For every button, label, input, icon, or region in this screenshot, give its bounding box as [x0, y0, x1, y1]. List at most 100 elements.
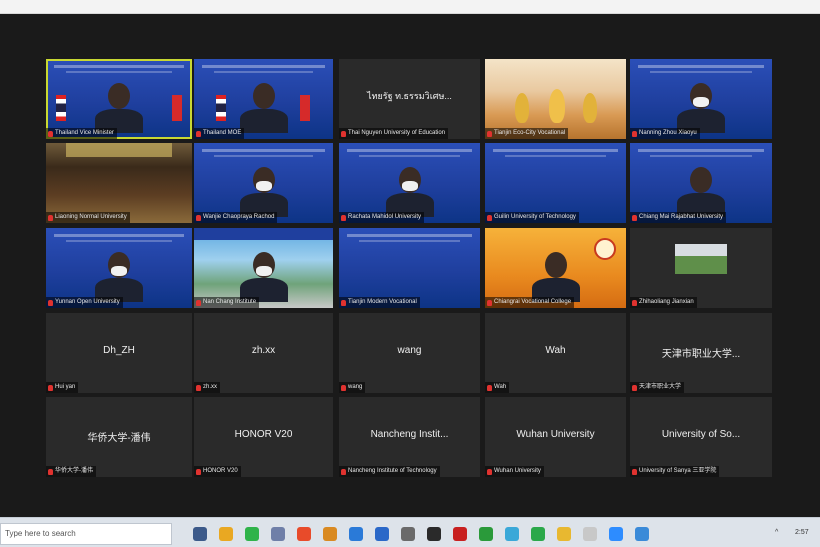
participant-name: Chiang Mai Rajabhat University [639, 214, 724, 220]
participant-tile-t23[interactable]: Nancheng Instit... Nancheng Institute of … [339, 397, 480, 477]
muted-mic-icon [487, 468, 492, 475]
store-icon[interactable] [323, 527, 337, 541]
participant-nameplate: 天津市职业大学 [630, 382, 685, 393]
tray-clock[interactable]: 2:57 [795, 529, 809, 536]
participant-tile-t21[interactable]: 华侨大学-潘伟 华侨大学-潘伟 [46, 397, 192, 477]
profile-photo [675, 244, 727, 274]
participant-tile-t14[interactable]: Chiangrai Vocational College [485, 228, 626, 308]
participant-nameplate: Wuhan University [485, 466, 544, 477]
participant-tile-t18[interactable]: wang wang [339, 313, 480, 393]
participant-tile-t13[interactable]: Tianjin Modern Vocational [339, 228, 480, 308]
chrome-icon[interactable] [219, 527, 233, 541]
participant-nameplate: wang [339, 382, 366, 393]
terminal-icon[interactable] [427, 527, 441, 541]
app-red-icon[interactable] [453, 527, 467, 541]
face-mask [255, 181, 272, 191]
ceiling-lights [66, 143, 172, 157]
participant-head [108, 83, 130, 109]
zoom-icon[interactable] [609, 527, 623, 541]
calendar-icon[interactable] [401, 527, 415, 541]
participant-nameplate: Wah [485, 382, 510, 393]
participant-display-name: University of So... [661, 429, 741, 440]
participant-head [690, 167, 712, 193]
folder-icon[interactable] [557, 527, 571, 541]
participant-tile-t5[interactable]: Nanning Zhou Xiaoyu [630, 59, 772, 139]
participant-display-name: Nancheng Instit... [370, 429, 449, 440]
taskbar-search-box[interactable]: Type here to search [0, 523, 172, 545]
participant-figure [549, 89, 565, 123]
task-view-icon[interactable] [193, 527, 207, 541]
muted-mic-icon [341, 468, 346, 475]
participant-tile-t1[interactable]: Thailand Vice Minister [46, 59, 192, 139]
participant-tile-t12[interactable]: Nan Chang Institute [194, 228, 333, 308]
participant-tile-t17[interactable]: zh.xx zh.xx [194, 313, 333, 393]
participant-display-name: wang [397, 345, 422, 356]
participant-nameplate: Hui yan [46, 382, 79, 393]
participant-nameplate: Thai Nguyen University of Education [339, 128, 449, 139]
participant-tile-t16[interactable]: Dh_ZH Hui yan [46, 313, 192, 393]
participant-body [239, 109, 288, 133]
participant-tile-t4[interactable]: Tianjin Eco-City Vocational [485, 59, 626, 139]
participant-nameplate: Wanjie Chaopraya Rachod [194, 212, 278, 223]
participant-tile-t25[interactable]: University of So... University of Sanya 三… [630, 397, 772, 477]
participant-name: Hui yan [55, 384, 76, 390]
muted-mic-icon [196, 384, 201, 391]
participant-display-name: 华侨大学-潘伟 [87, 433, 151, 444]
muted-mic-icon [487, 214, 492, 221]
banner-stripe [66, 71, 172, 73]
gallery-view-grid: Thailand Vice Minister Thailand MOE ไทยรัฐ… [46, 59, 776, 489]
participant-name: Nanning Zhou Xiaoyu [639, 130, 697, 136]
muted-mic-icon [632, 130, 637, 137]
participant-name: Nancheng Institute of Technology [348, 468, 437, 474]
participant-tile-t24[interactable]: Wuhan University Wuhan University [485, 397, 626, 477]
muted-mic-icon [341, 384, 346, 391]
participant-name: University of Sanya 三亚学院 [639, 468, 717, 474]
participant-display-name: Wah [545, 345, 566, 356]
participant-name: Chiangrai Vocational College [494, 299, 572, 305]
edge-icon[interactable] [349, 527, 363, 541]
notes-icon[interactable] [583, 527, 597, 541]
banner-stripe [638, 65, 764, 68]
mail-icon[interactable] [375, 527, 389, 541]
participant-name: wang [348, 384, 363, 390]
thai-flag-icon [216, 95, 226, 121]
participant-tile-t8[interactable]: Rachata Mahidol University [339, 143, 480, 223]
participant-tile-t2[interactable]: Thailand MOE [194, 59, 333, 139]
participant-nameplate: Zhihaoliang Jianxian [630, 297, 697, 308]
participant-tile-t22[interactable]: HONOR V20 HONOR V20 [194, 397, 333, 477]
xbox-icon[interactable] [479, 527, 493, 541]
file-icon[interactable] [271, 527, 285, 541]
tray-overflow-icon[interactable]: ^ [775, 529, 778, 536]
office-icon[interactable] [297, 527, 311, 541]
participant-nameplate: zh.xx [194, 382, 221, 393]
muted-mic-icon [487, 384, 492, 391]
face-mask [255, 266, 272, 276]
wechat-icon[interactable] [531, 527, 545, 541]
muted-mic-icon [48, 468, 53, 475]
participant-nameplate: Chiangrai Vocational College [485, 297, 575, 308]
muted-mic-icon [341, 130, 346, 137]
participant-figure [583, 93, 597, 123]
participant-tile-t20[interactable]: 天津市职业大学... 天津市职业大学 [630, 313, 772, 393]
participant-nameplate: Tianjin Eco-City Vocational [485, 128, 569, 139]
participant-display-name: 天津市职业大学... [661, 349, 741, 360]
participant-nameplate: Rachata Mahidol University [339, 212, 425, 223]
banner-stripe [66, 240, 172, 242]
line-icon[interactable] [245, 527, 259, 541]
participant-tile-t10[interactable]: Chiang Mai Rajabhat University [630, 143, 772, 223]
participant-tile-t3[interactable]: ไทยรัฐ ท.ธรรมวิเศษ... Thai Nguyen Univers… [339, 59, 480, 139]
participant-tile-t7[interactable]: Wanjie Chaopraya Rachod [194, 143, 333, 223]
participant-tile-t15[interactable]: Zhihaoliang Jianxian [630, 228, 772, 308]
banner-stripe [54, 234, 184, 237]
participant-nameplate: Thailand MOE [194, 128, 245, 139]
photos-icon[interactable] [505, 527, 519, 541]
participant-tile-t11[interactable]: Yunnan Open University [46, 228, 192, 308]
app-blue-icon[interactable] [635, 527, 649, 541]
muted-mic-icon [341, 299, 346, 306]
participant-tile-t6[interactable]: Liaoning Normal University [46, 143, 192, 223]
muted-mic-icon [196, 299, 201, 306]
participant-tile-t19[interactable]: Wah Wah [485, 313, 626, 393]
participant-tile-t9[interactable]: Guilin University of Technology [485, 143, 626, 223]
participant-name: Thai Nguyen University of Education [348, 130, 446, 136]
participant-name: Thailand MOE [203, 130, 242, 136]
